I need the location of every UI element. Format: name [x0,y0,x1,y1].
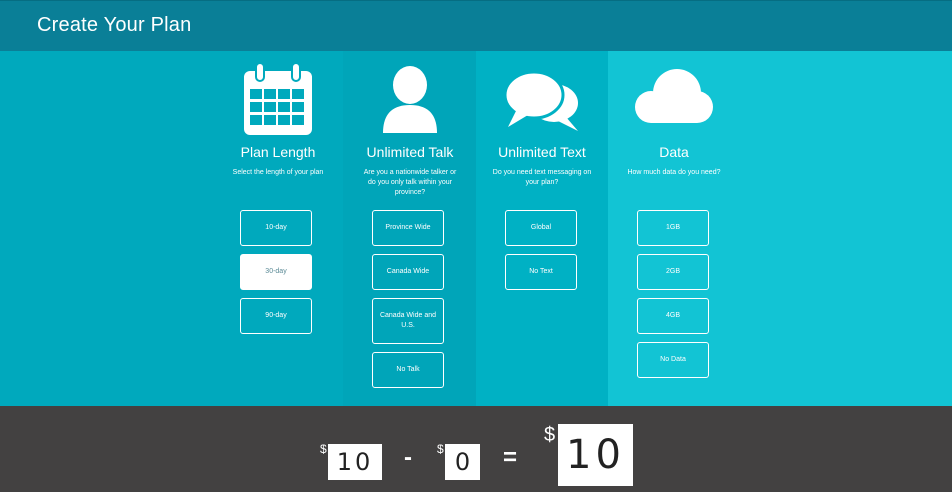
data-title: Data [659,144,689,160]
option-4gb[interactable]: 4GB [637,298,709,334]
page-title: Create Your Plan [37,14,192,36]
total-value: 10 [558,424,633,486]
option-no-data[interactable]: No Data [637,342,709,378]
total-currency-symbol: $ [544,424,556,446]
calendar-icon [244,62,312,135]
equals-operator: = [503,444,518,471]
price-currency-symbol: $ [320,442,327,456]
person-icon [383,66,437,133]
option-10-day[interactable]: 10-day [240,210,312,246]
plan-length-description: Select the length of your plan [232,169,324,176]
option-global[interactable]: Global [505,210,577,246]
plan-builder: Plan Length Select the length of your pl… [0,51,952,406]
app-header: Create Your Plan [0,0,952,51]
column-plan-length: Plan Length Select the length of your pl… [212,51,343,406]
data-description: How much data do you need? [627,169,721,176]
option-no-talk[interactable]: No Talk [372,352,444,388]
column-unlimited-text: Unlimited Text Do you need text messagin… [476,51,608,406]
chat-bubbles-icon [503,70,578,131]
option-90-day[interactable]: 90-day [240,298,312,334]
option-2gb[interactable]: 2GB [637,254,709,290]
option-canada-wide[interactable]: Canada Wide [372,254,444,290]
discount-currency-symbol: $ [437,442,444,456]
unlimited-talk-description: Are you a nationwide talker or do you on… [363,169,457,196]
column-unlimited-talk: Unlimited Talk Are you a nationwide talk… [343,51,476,406]
cloud-icon [635,69,713,123]
option-province-wide[interactable]: Province Wide [372,210,444,246]
unlimited-text-description: Do you need text messaging on your plan? [492,169,592,186]
option-1gb[interactable]: 1GB [637,210,709,246]
option-no-text[interactable]: No Text [505,254,577,290]
option-30-day[interactable]: 30-day [240,254,312,290]
discount-value: 0 [445,444,480,480]
column-data: Data How much data do you need? 1GB 2GB … [608,51,952,406]
option-canada-wide-and-us[interactable]: Canada Wide and U.S. [372,298,444,344]
minus-operator: - [404,444,412,471]
price-value: 10 [328,444,382,480]
price-summary-bar: $ 10 - $ 0 = $ 10 [0,406,952,492]
